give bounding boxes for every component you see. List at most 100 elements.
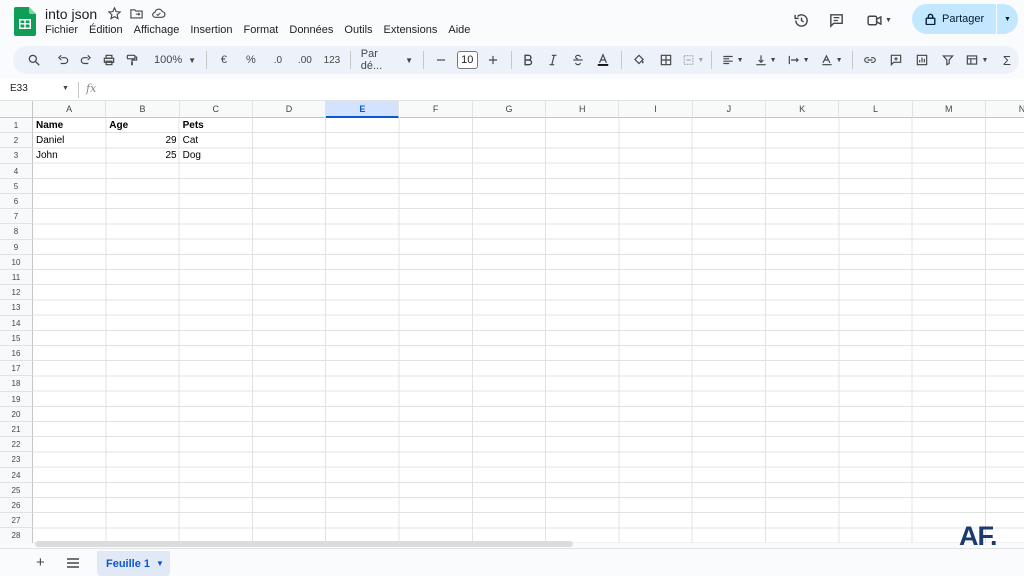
more-formats-button[interactable]: 123: [321, 48, 343, 72]
filter-views-button[interactable]: ▼: [963, 48, 991, 72]
text-color-button[interactable]: [592, 48, 614, 72]
share-button[interactable]: Partager: [912, 4, 996, 34]
horizontal-align-button[interactable]: ▼: [718, 48, 746, 72]
row-header-1[interactable]: 1: [0, 118, 33, 134]
column-header-d[interactable]: D: [252, 101, 327, 118]
cell-b2[interactable]: 29: [106, 133, 179, 148]
all-sheets-menu-icon[interactable]: [66, 557, 80, 569]
redo-button[interactable]: [75, 48, 97, 72]
cell-a1[interactable]: Name: [33, 118, 106, 133]
chevron-down-icon[interactable]: ▼: [62, 85, 69, 92]
menu-edition[interactable]: Édition: [89, 24, 123, 36]
column-header-e[interactable]: E: [326, 101, 400, 118]
zoom-select[interactable]: 100% ▼: [150, 54, 200, 66]
insert-comment-button[interactable]: [885, 48, 907, 72]
search-menus-button[interactable]: [23, 48, 45, 72]
increase-decimal-button[interactable]: .00: [294, 48, 316, 72]
sheet-tab-active[interactable]: Feuille 1 ▼: [97, 551, 170, 576]
select-all-corner[interactable]: [0, 101, 33, 118]
font-size-input[interactable]: 10: [456, 51, 478, 69]
column-header-h[interactable]: H: [546, 101, 620, 118]
column-header-l[interactable]: L: [839, 101, 913, 118]
font-select[interactable]: Par dé... ▼: [357, 48, 417, 72]
row-header-4[interactable]: 4: [0, 163, 33, 179]
row-header-8[interactable]: 8: [0, 224, 33, 240]
row-header-6[interactable]: 6: [0, 194, 33, 210]
row-header-12[interactable]: 12: [0, 285, 33, 301]
cell-c2[interactable]: Cat: [180, 133, 253, 148]
version-history-button[interactable]: [788, 7, 814, 33]
text-wrapping-button[interactable]: ▼: [784, 48, 812, 72]
column-header-f[interactable]: F: [399, 101, 473, 118]
document-title[interactable]: into json: [45, 6, 97, 22]
row-header-9[interactable]: 9: [0, 239, 33, 255]
borders-button[interactable]: [655, 48, 677, 72]
functions-button[interactable]: Σ: [996, 48, 1018, 72]
column-header-m[interactable]: M: [912, 101, 986, 118]
italic-button[interactable]: [542, 48, 564, 72]
row-header-23[interactable]: 23: [0, 452, 33, 468]
menu-fichier[interactable]: Fichier: [45, 24, 78, 36]
row-header-3[interactable]: 3: [0, 148, 33, 164]
row-header-25[interactable]: 25: [0, 482, 33, 498]
cloud-saved-icon[interactable]: [151, 6, 166, 21]
column-header-i[interactable]: I: [619, 101, 693, 118]
row-header-5[interactable]: 5: [0, 178, 33, 194]
add-sheet-button[interactable]: +: [36, 554, 45, 571]
bold-button[interactable]: [517, 48, 539, 72]
row-header-15[interactable]: 15: [0, 330, 33, 346]
row-header-18[interactable]: 18: [0, 376, 33, 392]
row-header-14[interactable]: 14: [0, 315, 33, 331]
column-header-j[interactable]: J: [692, 101, 766, 118]
print-button[interactable]: [98, 48, 120, 72]
row-header-11[interactable]: 11: [0, 270, 33, 286]
paint-format-button[interactable]: [121, 48, 143, 72]
comments-button[interactable]: [823, 7, 849, 33]
cell-b1[interactable]: Age: [106, 118, 179, 133]
fill-color-button[interactable]: [628, 48, 650, 72]
menu-extensions[interactable]: Extensions: [384, 24, 438, 36]
menu-donnees[interactable]: Données: [289, 24, 333, 36]
insert-chart-button[interactable]: [911, 48, 933, 72]
menu-format[interactable]: Format: [244, 24, 279, 36]
row-header-17[interactable]: 17: [0, 361, 33, 377]
row-header-7[interactable]: 7: [0, 209, 33, 225]
cell-a3[interactable]: John: [33, 148, 106, 163]
sheets-logo-icon[interactable]: [14, 7, 36, 36]
column-header-g[interactable]: G: [472, 101, 547, 118]
name-box[interactable]: E33: [10, 83, 28, 94]
insert-link-button[interactable]: [859, 48, 881, 72]
row-header-26[interactable]: 26: [0, 498, 33, 514]
share-options-button[interactable]: ▼: [997, 16, 1018, 23]
increase-font-size-button[interactable]: [482, 48, 504, 72]
row-header-10[interactable]: 10: [0, 254, 33, 270]
text-rotation-button[interactable]: ▼: [817, 48, 845, 72]
row-header-19[interactable]: 19: [0, 391, 33, 407]
row-header-21[interactable]: 21: [0, 422, 33, 438]
chevron-down-icon[interactable]: ▼: [156, 559, 164, 568]
row-header-22[interactable]: 22: [0, 437, 33, 453]
vertical-align-button[interactable]: ▼: [751, 48, 779, 72]
cell-c1[interactable]: Pets: [180, 118, 253, 133]
horizontal-scrollbar[interactable]: [35, 541, 573, 547]
row-header-20[interactable]: 20: [0, 406, 33, 422]
row-header-13[interactable]: 13: [0, 300, 33, 316]
menu-outils[interactable]: Outils: [344, 24, 372, 36]
column-header-a[interactable]: A: [33, 101, 107, 118]
cell-area[interactable]: Name Age Pets Daniel 29 Cat John 25 Dog: [33, 118, 1024, 543]
column-header-n[interactable]: N: [985, 101, 1024, 118]
currency-format-button[interactable]: €: [213, 48, 235, 72]
row-header-2[interactable]: 2: [0, 133, 33, 149]
merge-cells-button[interactable]: ▼: [682, 48, 704, 72]
menu-affichage[interactable]: Affichage: [134, 24, 180, 36]
menu-aide[interactable]: Aide: [448, 24, 470, 36]
cell-b3[interactable]: 25: [106, 148, 179, 163]
cell-a2[interactable]: Daniel: [33, 133, 106, 148]
row-header-28[interactable]: 28: [0, 528, 33, 543]
row-header-16[interactable]: 16: [0, 346, 33, 362]
decrease-decimal-button[interactable]: .0: [267, 48, 289, 72]
star-icon[interactable]: [107, 6, 122, 21]
decrease-font-size-button[interactable]: [430, 48, 452, 72]
meet-button[interactable]: ▼: [861, 7, 897, 33]
row-header-24[interactable]: 24: [0, 467, 33, 483]
